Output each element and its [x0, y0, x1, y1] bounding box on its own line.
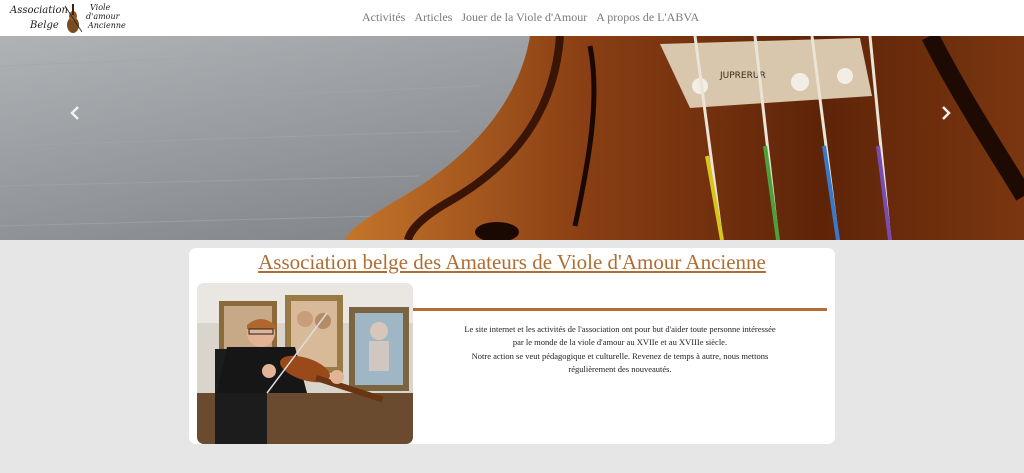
violist-photo	[197, 283, 413, 444]
logo-text-belge: Belge	[30, 20, 59, 31]
logo-line-ancienne: Ancienne	[88, 21, 126, 30]
violin-logo-icon	[64, 4, 83, 33]
carousel-prev-arrow[interactable]	[70, 106, 80, 120]
intro-line-3: Notre action se veut pédagogique et cult…	[471, 350, 769, 361]
main-menu: Activités Articles Jouer de la Viole d'A…	[362, 10, 699, 25]
top-navbar: Association Belge Viole d'amour Ancienne…	[0, 0, 1024, 37]
section-divider	[413, 308, 827, 311]
chevron-left-icon	[70, 106, 79, 120]
carousel-next-arrow[interactable]	[941, 106, 951, 120]
nav-activites[interactable]: Activités	[362, 10, 405, 25]
viola-damore-hero-image: JUPRERUR	[0, 36, 1024, 240]
nav-jouer[interactable]: Jouer de la Viole d'Amour	[461, 10, 587, 25]
musician-playing-viole-image	[197, 283, 413, 444]
nav-articles[interactable]: Articles	[414, 10, 452, 25]
intro-line-2: par le monde de la viole d'amour au XVII…	[512, 337, 728, 348]
logo-text-viole: Viole d'amour Ancienne	[86, 3, 126, 30]
intro-line-4: régulièrement des nouveautés.	[568, 364, 672, 375]
logo-text-association: Association	[10, 5, 68, 16]
chevron-right-icon	[942, 106, 951, 120]
page-title[interactable]: Association belge des Amateurs de Viole …	[189, 248, 835, 276]
intro-card: Association belge des Amateurs de Viole …	[189, 248, 835, 444]
hero-carousel: JUPRERUR	[0, 36, 1024, 240]
logo-line-viole: Viole	[90, 3, 111, 12]
logo-line-damour: d'amour	[86, 12, 120, 21]
intro-text: Le site internet et les activités de l'a…	[413, 323, 827, 377]
nav-a-propos[interactable]: A propos de L'ABVA	[596, 10, 699, 25]
intro-line-1: Le site internet et les activités de l'a…	[464, 324, 776, 334]
site-logo[interactable]: Association Belge Viole d'amour Ancienne	[10, 2, 126, 34]
